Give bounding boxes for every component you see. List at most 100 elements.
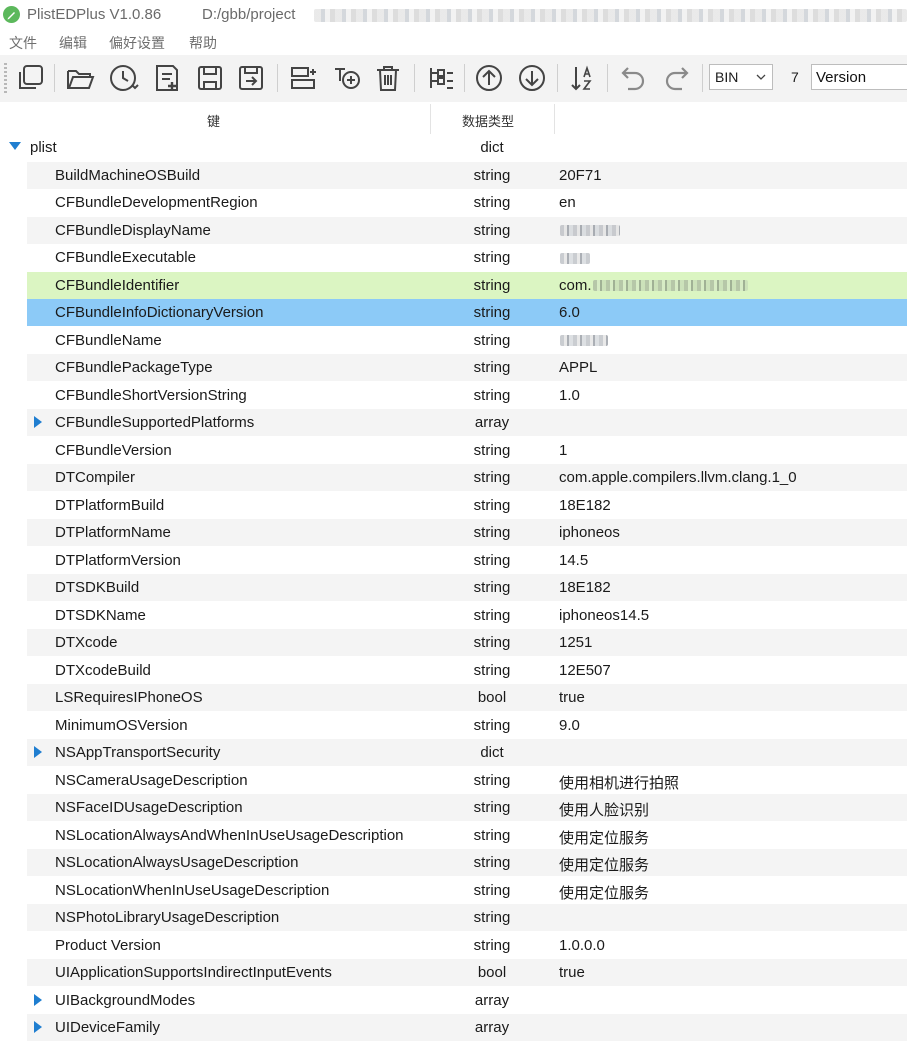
menu-edit[interactable]: 编辑: [59, 33, 87, 53]
toolbar-separator: [54, 64, 55, 92]
tree-row[interactable]: DTXcode string 1251: [0, 629, 907, 656]
tree-row[interactable]: DTXcodeBuild string 12E507: [0, 657, 907, 684]
delete-icon[interactable]: [370, 60, 406, 96]
collapsed-arrow-icon[interactable]: [34, 993, 42, 1006]
tree-row[interactable]: CFBundleShortVersionString string 1.0: [0, 382, 907, 409]
expanded-arrow-icon[interactable]: [9, 142, 21, 150]
row-type: string: [473, 166, 511, 184]
add-item-icon[interactable]: [329, 60, 365, 96]
row-type: string: [473, 936, 511, 954]
save-as-icon[interactable]: [233, 60, 269, 96]
save-icon[interactable]: [192, 60, 228, 96]
row-key: CFBundleShortVersionString: [55, 386, 247, 404]
tree-row[interactable]: DTPlatformBuild string 18E182: [0, 492, 907, 519]
column-divider[interactable]: [554, 104, 555, 134]
new-file-icon[interactable]: [149, 60, 185, 96]
undo-icon[interactable]: [615, 60, 651, 96]
tree-row[interactable]: CFBundlePackageType string APPL: [0, 354, 907, 381]
tree-row[interactable]: CFBundleIdentifier string com.: [0, 271, 907, 299]
row-value: 使用定位服务: [559, 854, 649, 875]
tree-row[interactable]: CFBundleSupportedPlatforms array: [0, 409, 907, 436]
tree-row[interactable]: DTCompiler string com.apple.compilers.llvm…: [0, 464, 907, 491]
collapsed-arrow-icon[interactable]: [34, 1021, 42, 1033]
tree-row[interactable]: UIApplicationSupportsIndirectInputEvents…: [0, 959, 907, 986]
row-type: string: [473, 441, 511, 459]
row-value-text: 18E182: [559, 579, 611, 596]
tree-row[interactable]: LSRequiresIPhoneOS bool true: [0, 684, 907, 711]
tree-row[interactable]: plist dict: [0, 134, 907, 161]
row-key: NSLocationAlwaysAndWhenInUseUsageDescrip…: [55, 826, 404, 844]
row-key: NSLocationAlwaysUsageDescription: [55, 854, 299, 871]
row-key: NSFaceIDUsageDescription: [55, 799, 243, 816]
move-up-icon[interactable]: [471, 60, 507, 96]
tree-row[interactable]: DTPlatformVersion string 14.5: [0, 547, 907, 574]
tree-row[interactable]: CFBundleDevelopmentRegion string en: [0, 189, 907, 216]
column-header: 键 数据类型: [0, 102, 907, 134]
tree-row[interactable]: CFBundleName string: [0, 327, 907, 354]
row-value: 使用人脸识别: [559, 799, 649, 820]
menu-file[interactable]: 文件: [9, 33, 37, 53]
row-value: 1.0.0.0: [559, 937, 605, 954]
row-type: string: [473, 304, 511, 321]
tree-row[interactable]: DTSDKName string iphoneos14.5: [0, 602, 907, 629]
tree-row[interactable]: NSLocationAlwaysAndWhenInUseUsageDescrip…: [0, 822, 907, 849]
redo-icon[interactable]: [659, 60, 695, 96]
row-value-text: 18E182: [559, 496, 611, 514]
tree-row[interactable]: BuildMachineOSBuild string 20F71: [0, 161, 907, 189]
row-key: CFBundleExecutable: [55, 249, 196, 266]
column-key[interactable]: 键: [207, 111, 220, 130]
tree-row[interactable]: Product Version string 1.0.0.0: [0, 932, 907, 959]
row-value: [559, 249, 590, 266]
tree-row[interactable]: CFBundleDisplayName string: [0, 216, 907, 244]
row-key: DTSDKName: [55, 606, 146, 624]
tree-row[interactable]: NSAppTransportSecurity dict: [0, 739, 907, 766]
tree-row[interactable]: CFBundleInfoDictionaryVersion string 6.0: [0, 299, 907, 326]
tree-row[interactable]: UIDeviceFamily array: [0, 1014, 907, 1041]
copy-icon[interactable]: [12, 60, 48, 96]
sort-icon[interactable]: [565, 60, 601, 96]
row-value-text: 使用相机进行拍照: [559, 774, 680, 792]
row-type: string: [473, 661, 511, 679]
tree-row[interactable]: NSLocationAlwaysUsageDescription string 使用…: [0, 849, 907, 876]
collapsed-arrow-icon[interactable]: [34, 416, 42, 428]
tree-row[interactable]: CFBundleVersion string 1: [0, 437, 907, 464]
redacted-value: [560, 225, 620, 237]
row-key: NSPhotoLibraryUsageDescription: [55, 909, 280, 926]
row-key: DTXcode: [55, 634, 118, 651]
search-input[interactable]: [811, 64, 907, 90]
menu-help[interactable]: 帮助: [189, 33, 217, 53]
row-value-text: 1.0.0.0: [559, 936, 605, 954]
row-type: bool: [477, 689, 507, 706]
row-type: string: [473, 524, 511, 541]
tree-row[interactable]: NSLocationWhenInUseUsageDescription strin…: [0, 877, 907, 904]
column-type[interactable]: 数据类型: [462, 111, 514, 130]
row-value-text: APPL: [559, 359, 598, 376]
tree-row[interactable]: DTSDKBuild string 18E182: [0, 574, 907, 601]
row-key: DTSDKBuild: [55, 579, 140, 596]
row-type: string: [473, 194, 511, 211]
row-key: MinimumOSVersion: [55, 716, 188, 734]
row-key: CFBundleSupportedPlatforms: [55, 414, 255, 431]
add-child-icon[interactable]: [285, 60, 321, 96]
tree-row[interactable]: NSCameraUsageDescription string 使用相机进行拍照: [0, 767, 907, 794]
recent-files-icon[interactable]: [105, 60, 141, 96]
tree-row[interactable]: NSPhotoLibraryUsageDescription string: [0, 904, 907, 931]
row-value-text: 使用定位服务: [559, 829, 650, 847]
row-value: com.: [559, 277, 748, 294]
tree-row[interactable]: DTPlatformName string iphoneos: [0, 519, 907, 546]
open-folder-icon[interactable]: [62, 60, 98, 96]
app-logo-icon: [3, 6, 20, 23]
move-down-icon[interactable]: [514, 60, 550, 96]
row-value-text: com.apple.compilers.llvm.clang.1_0: [559, 469, 797, 486]
column-divider[interactable]: [430, 104, 431, 134]
format-select[interactable]: BIN: [709, 64, 773, 90]
menu-preferences[interactable]: 偏好设置: [109, 33, 165, 53]
tree-row[interactable]: CFBundleExecutable string: [0, 244, 907, 271]
tree-row[interactable]: NSFaceIDUsageDescription string 使用人脸识别: [0, 794, 907, 821]
tree-row[interactable]: UIBackgroundModes array: [0, 987, 907, 1014]
tree-expand-icon[interactable]: [422, 60, 458, 96]
tree-row[interactable]: MinimumOSVersion string 9.0: [0, 712, 907, 739]
collapsed-arrow-icon[interactable]: [34, 746, 42, 758]
row-key: UIApplicationSupportsIndirectInputEvents: [55, 964, 332, 981]
title-bar: PlistEDPlus V1.0.86 D:/gbb/project: [0, 0, 907, 30]
